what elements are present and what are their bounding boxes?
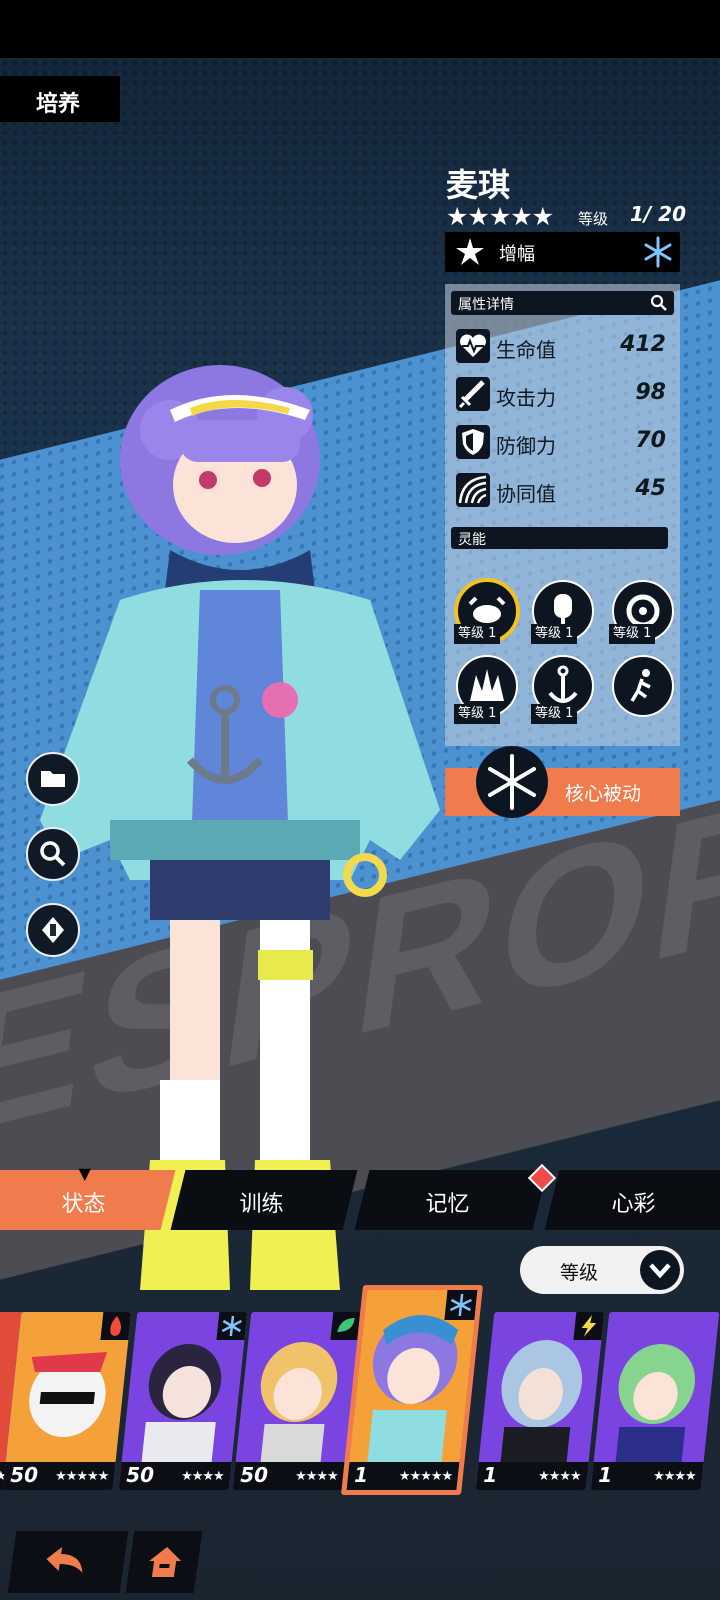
card-stars: ★★★★ [295,1469,339,1484]
home-button[interactable] [125,1531,203,1593]
roster-card-7[interactable]: 1 ★★★★ [590,1312,720,1490]
view-button[interactable] [26,903,80,957]
skill-level-3: 等级 1 [609,624,656,644]
lightning-icon [573,1312,605,1340]
inspect-button[interactable] [26,827,80,881]
tab-memory-label: 记忆 [425,1192,470,1217]
search-icon [650,294,667,311]
tab-training-label: 训练 [239,1192,284,1217]
card-stars: ★★★★ [538,1469,582,1484]
folder-button[interactable] [26,752,80,806]
card-stars: ★★★★ [181,1469,225,1484]
attribute-row-synergy: 协同值 45 [456,471,670,511]
badge-icon [42,917,64,943]
attribute-label: 防御力 [496,434,556,458]
card-level: 50 [10,1463,39,1487]
card-stars: ★★★★★ [54,1469,109,1484]
roster-card-4[interactable]: 50 ★★★★ [232,1312,362,1490]
character-type-bar[interactable]: 增幅 [445,232,680,272]
back-arrow-icon [46,1547,83,1573]
character-type-label: 增幅 [499,244,535,265]
skills-header-label: 灵能 [458,532,486,548]
snowflake-icon [216,1312,248,1340]
attribute-label: 生命值 [496,338,556,362]
sort-label: 等级 [560,1262,599,1284]
card-level: 1 [598,1463,613,1487]
tab-heart-color[interactable]: 心彩 [544,1170,720,1230]
skill-level-1: 等级 1 [454,624,501,644]
attribute-row-defense: 防御力 70 [456,423,670,463]
attribute-label: 协同值 [496,482,556,506]
snowflake-icon [644,236,672,268]
screen-title-label: 培养 [36,92,81,117]
roster-card-6[interactable]: 1 ★★★★ [475,1312,605,1490]
tab-status[interactable]: 状态 ▼ [0,1164,176,1230]
skill-slot-6[interactable] [612,655,674,717]
screen-title: 培养 [0,76,120,122]
skill-level-4: 等级 1 [454,704,501,724]
synergy-icon [456,473,490,507]
core-passive-snowflake-icon [476,746,548,818]
status-bar [0,0,720,58]
roster-card-selected[interactable]: 1 ★★★★★ [340,1285,484,1495]
tab-status-label: 状态 [61,1192,106,1217]
card-stars: ★★★★ [653,1469,697,1484]
roster-card-3[interactable]: 50 ★★★★ [118,1312,248,1490]
attribute-row-attack: 攻击力 98 [456,375,670,415]
amplify-icon [456,238,484,265]
attribute-value: 70 [635,428,666,453]
magnifier-icon [40,841,66,867]
card-level: 50 [240,1463,269,1487]
attribute-value: 412 [620,332,666,357]
selected-indicator-icon: ▼ [78,1164,91,1183]
back-button[interactable] [7,1531,129,1593]
attribute-label: 攻击力 [496,386,556,410]
character-name: 麦琪 [446,166,511,204]
heart-pulse-icon [456,329,490,363]
attribute-row-hp: 生命值 412 [456,327,670,367]
attribute-header[interactable]: 属性详情 [451,291,674,315]
attribute-value: 98 [635,380,666,405]
snowflake-icon [444,1290,478,1320]
tab-heart-color-label: 心彩 [611,1192,656,1217]
tab-training[interactable]: 训练 [170,1170,358,1230]
level-value: 1/ 20 [630,202,687,226]
tab-memory[interactable]: 记忆 [354,1170,548,1230]
dash-skill-icon [630,669,651,702]
level-label: 等级 [578,210,609,228]
core-passive-label: 核心被动 [565,783,642,805]
sword-icon [456,377,490,411]
card-portrait [593,1312,720,1462]
character-portrait [40,365,440,1290]
attribute-value: 45 [635,476,666,501]
sort-dropdown[interactable]: 等级 [520,1246,684,1294]
home-icon [149,1547,182,1577]
folder-icon [41,771,65,787]
fire-icon [100,1312,132,1340]
game-screen: ESPROFI 培养 麦琪 ★★★★★ 等级 1/ 20 增幅 属性详情 生命值… [0,0,720,1600]
roster-card-2[interactable]: 50 ★★★★★ [2,1312,132,1490]
shield-icon [456,425,490,459]
skill-level-5: 等级 1 [531,704,578,724]
chevron-down-icon [640,1250,680,1290]
card-level: 50 [126,1463,155,1487]
card-level: 1 [354,1463,368,1487]
skills-header: 灵能 [451,527,668,549]
card-level: 1 [483,1463,498,1487]
skill-level-2: 等级 1 [531,624,578,644]
attribute-header-label: 属性详情 [458,297,514,313]
character-stars: ★★★★★ [446,202,554,231]
card-stars: ★★★★★ [398,1469,452,1484]
